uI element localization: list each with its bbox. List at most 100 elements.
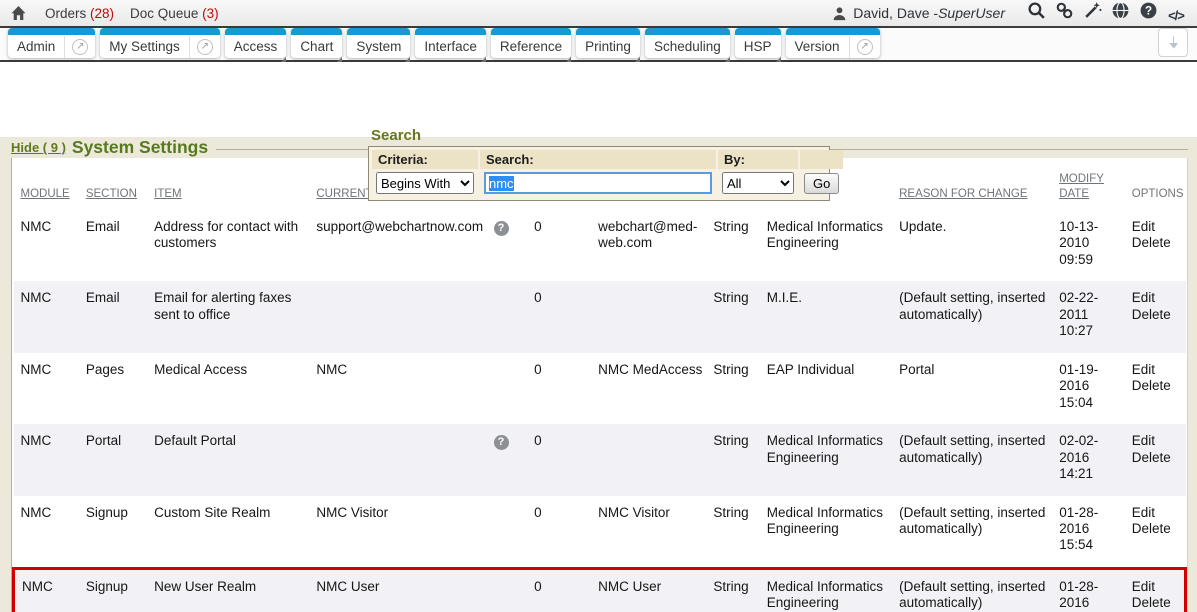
column-header-reason-for-change[interactable]: REASON FOR CHANGE — [895, 158, 1055, 210]
user-name: David, Dave - — [853, 5, 938, 21]
cell-user: M.I.E. — [763, 281, 895, 352]
doc-queue-link[interactable]: Doc Queue (3) — [130, 6, 219, 21]
help-icon[interactable]: ? — [494, 221, 509, 236]
cell-item: New User Realm — [150, 568, 312, 612]
tab-admin[interactable]: Admin↗ — [8, 28, 95, 58]
cell-reason-for-change: Portal — [895, 353, 1055, 424]
globe-icon[interactable] — [1109, 0, 1131, 22]
edit-link[interactable]: Edit — [1132, 290, 1180, 306]
open-in-new-icon: ↗ — [197, 39, 213, 55]
by-select[interactable]: All — [722, 172, 794, 194]
link-icon[interactable] — [1053, 0, 1075, 22]
download-button[interactable] — [1158, 28, 1188, 57]
tab-version[interactable]: Version↗ — [786, 28, 880, 58]
search-panel-title: Search — [371, 127, 830, 145]
search-input[interactable]: nmc — [484, 172, 712, 194]
cell-options: EditDelete — [1128, 568, 1186, 612]
cell-item: Default Portal — [150, 424, 312, 495]
tab-my-settings[interactable]: My Settings↗ — [100, 28, 220, 58]
delete-link[interactable]: Delete — [1132, 450, 1180, 466]
tab-hsp[interactable]: HSP — [735, 28, 781, 58]
table-row: NMCEmailEmail for alerting faxes sent to… — [14, 281, 1186, 352]
criteria-select[interactable]: Begins With — [376, 172, 474, 194]
cell-options: EditDelete — [1128, 424, 1186, 495]
cell-default-value: NMC MedAccess — [594, 353, 709, 424]
tab-access[interactable]: Access — [225, 28, 287, 58]
menu-corner-icon — [405, 57, 410, 62]
cell-revision: 0 — [530, 496, 594, 569]
column-header-module[interactable]: MODULE — [14, 158, 82, 210]
orders-count: (28) — [90, 6, 114, 21]
column-header-modify-date[interactable]: MODIFY DATE — [1055, 158, 1128, 210]
cell-reason-for-change: Update. — [895, 210, 1055, 281]
cell-section: Email — [82, 210, 150, 281]
cell-reason-for-change: (Default setting, inserted automatically… — [895, 424, 1055, 495]
delete-link[interactable]: Delete — [1132, 235, 1180, 251]
cell-default-value: NMC User — [594, 568, 709, 612]
tab-system[interactable]: System — [347, 28, 410, 58]
tab-label: Access — [225, 39, 287, 54]
cell-current-value — [312, 424, 489, 495]
cell-options: EditDelete — [1128, 281, 1186, 352]
svg-text:?: ? — [1144, 5, 1151, 18]
go-header-cell — [800, 150, 843, 169]
edit-link[interactable]: Edit — [1132, 433, 1180, 449]
user-menu[interactable]: David, Dave - SuperUser — [832, 5, 1005, 21]
help-icon[interactable]: ? — [494, 435, 509, 450]
tab-label: Reference — [491, 39, 571, 54]
person-icon — [832, 6, 847, 21]
tab-printing[interactable]: Printing — [576, 28, 640, 58]
tab-label: Scheduling — [645, 39, 730, 54]
cell-current-value: NMC Visitor — [312, 496, 489, 569]
open-in-new-icon: ↗ — [72, 39, 88, 55]
cell-current-value: NMC — [312, 353, 489, 424]
delete-link[interactable]: Delete — [1132, 521, 1180, 537]
criteria-label: Criteria: — [372, 150, 478, 169]
go-button[interactable]: Go — [804, 173, 839, 194]
orders-label: Orders — [45, 6, 86, 21]
tab-interface[interactable]: Interface — [415, 28, 486, 58]
orders-link[interactable]: Orders (28) — [45, 6, 114, 21]
menu-corner-icon — [337, 57, 342, 62]
cell-revision: 0 — [530, 568, 594, 612]
table-row: NMCEmailAddress for contact with custome… — [14, 210, 1186, 281]
tab-scheduling[interactable]: Scheduling — [645, 28, 730, 58]
cell-type: String — [709, 353, 762, 424]
edit-link[interactable]: Edit — [1132, 219, 1180, 235]
tab-divider — [189, 36, 190, 58]
content-area: Search Criteria: Search: By: Begins With — [0, 137, 1197, 612]
cell-user: Medical Informatics Engineering — [763, 496, 895, 569]
tab-label: System — [347, 39, 410, 54]
tab-reference[interactable]: Reference — [491, 28, 571, 58]
cell-user: Medical Informatics Engineering — [763, 210, 895, 281]
doc-queue-label: Doc Queue — [130, 6, 198, 21]
code-icon[interactable]: </> — [1165, 5, 1187, 27]
delete-link[interactable]: Delete — [1132, 595, 1178, 611]
tab-chart[interactable]: Chart — [291, 28, 342, 58]
search-panel: Search Criteria: Search: By: Begins With — [368, 127, 830, 201]
column-header-item[interactable]: ITEM — [150, 158, 312, 210]
tab-label: Interface — [415, 39, 486, 54]
cell-section: Pages — [82, 353, 150, 424]
delete-link[interactable]: Delete — [1132, 307, 1180, 323]
delete-link[interactable]: Delete — [1132, 378, 1180, 394]
cell-modify-date: 01-28-2016 15:54 — [1055, 568, 1128, 612]
edit-link[interactable]: Edit — [1132, 505, 1180, 521]
cell-module: NMC — [14, 210, 82, 281]
cell-module: NMC — [14, 353, 82, 424]
edit-link[interactable]: Edit — [1132, 362, 1180, 378]
home-button[interactable] — [10, 5, 27, 21]
tab-divider — [849, 36, 850, 58]
hide-toggle-link[interactable]: Hide ( 9 ) — [11, 140, 66, 155]
search-icon[interactable] — [1025, 0, 1047, 22]
column-header-section[interactable]: SECTION — [82, 158, 150, 210]
cell-item: Address for contact with customers — [150, 210, 312, 281]
tab-label: Version — [786, 39, 849, 54]
edit-link[interactable]: Edit — [1132, 579, 1178, 595]
cell-help — [490, 281, 531, 352]
cell-current-value: support@webchartnow.com — [312, 210, 489, 281]
cell-help — [490, 353, 531, 424]
table-row: NMCSignupCustom Site RealmNMC Visitor0NM… — [14, 496, 1186, 569]
help-icon[interactable]: ? — [1137, 0, 1159, 22]
wand-icon[interactable] — [1081, 0, 1103, 22]
